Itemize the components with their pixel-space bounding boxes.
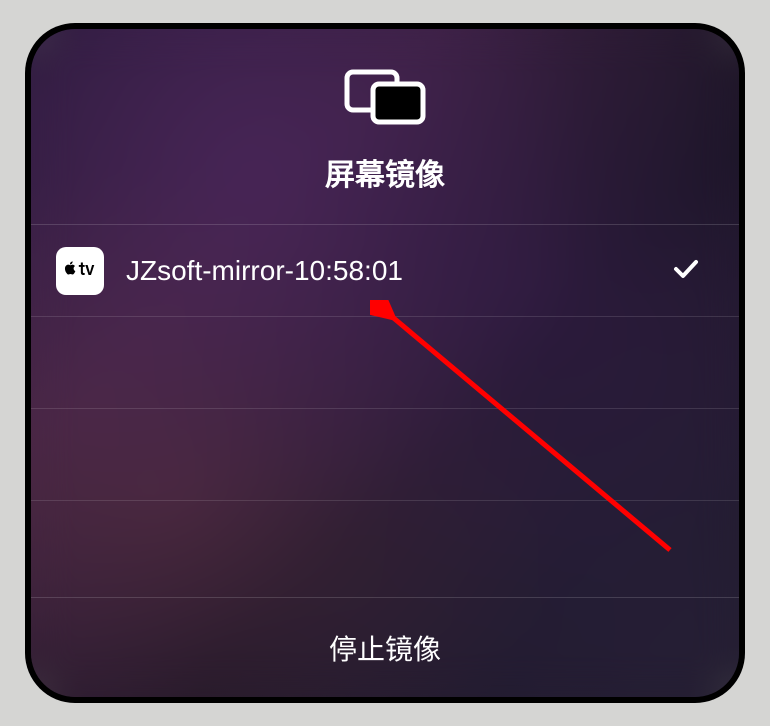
- apple-tv-icon: [56, 247, 104, 295]
- device-item[interactable]: JZsoft-mirror-10:58:01: [31, 225, 739, 317]
- screen-mirror-icon: [344, 69, 426, 130]
- device-name-label: JZsoft-mirror-10:58:01: [126, 255, 673, 287]
- device-list: JZsoft-mirror-10:58:01: [31, 225, 739, 597]
- panel-frame: 屏幕镜像 JZsoft-mirror-10:58:01: [25, 23, 745, 703]
- empty-device-slot: [31, 409, 739, 501]
- panel-header: 屏幕镜像: [31, 29, 739, 225]
- panel-footer: 停止镜像: [31, 597, 739, 697]
- panel-title: 屏幕镜像: [325, 150, 445, 194]
- stop-mirroring-button[interactable]: 停止镜像: [329, 628, 441, 668]
- screen-mirroring-panel: 屏幕镜像 JZsoft-mirror-10:58:01: [31, 29, 739, 697]
- check-icon: [673, 255, 699, 287]
- empty-device-slot: [31, 501, 739, 593]
- empty-device-slot: [31, 317, 739, 409]
